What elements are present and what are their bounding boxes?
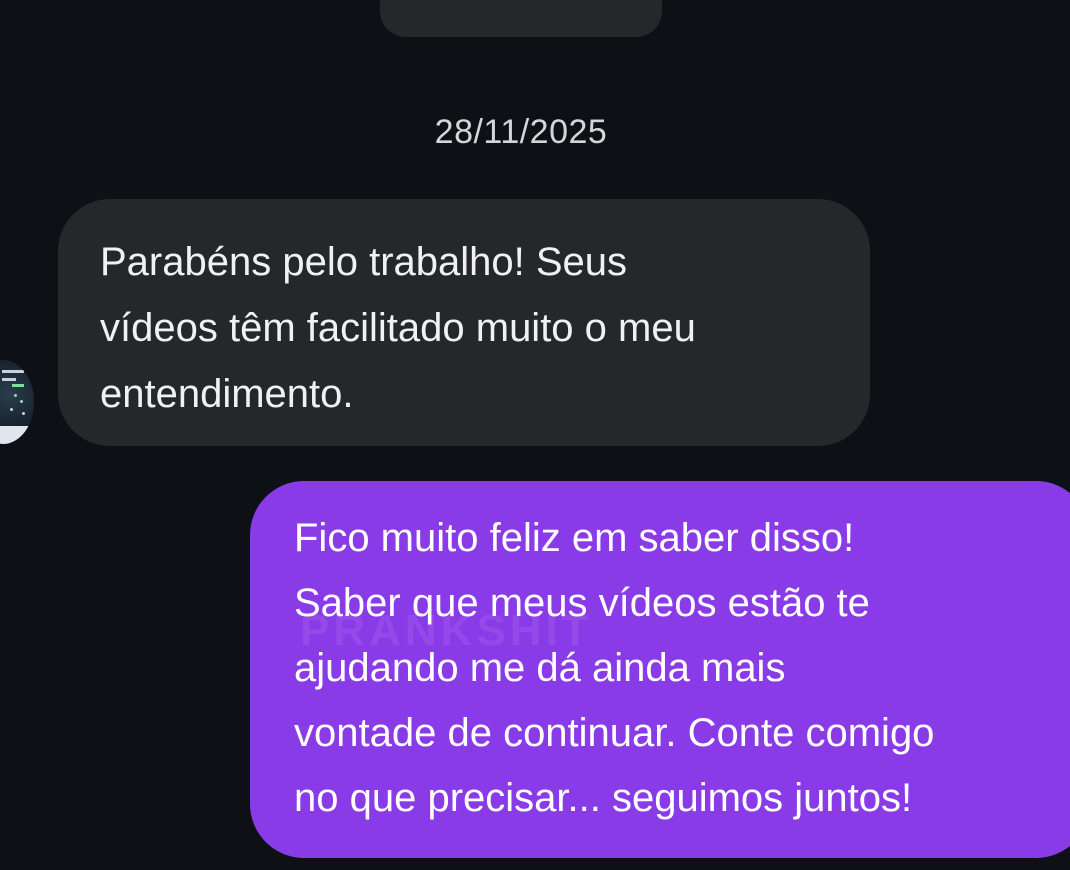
previous-message-bubble[interactable]: · · · · · — [380, 0, 662, 37]
incoming-message-line: entendimento. — [100, 372, 354, 416]
chat-screen: · · · · · 28/11/2025 Parabéns pelo traba… — [0, 0, 1070, 870]
date-separator: 28/11/2025 — [434, 113, 608, 151]
outgoing-message-line: Fico muito feliz em saber disso! — [294, 516, 855, 560]
incoming-message-text: Parabéns pelo trabalho! Seus vídeos têm … — [100, 229, 826, 427]
outgoing-message-line: Saber que meus vídeos estão te — [294, 581, 870, 625]
incoming-message-bubble[interactable]: Parabéns pelo trabalho! Seus vídeos têm … — [58, 199, 870, 446]
outgoing-message-line: vontade de continuar. Conte comigo — [294, 711, 935, 755]
incoming-message-line: Parabéns pelo trabalho! Seus — [100, 240, 628, 284]
previous-message-text: · · · · · — [380, 0, 662, 9]
outgoing-message-text: Fico muito feliz em saber disso! Saber q… — [294, 506, 1050, 831]
outgoing-message-line: ajudando me dá ainda mais — [294, 646, 786, 690]
contact-avatar[interactable] — [0, 360, 34, 444]
outgoing-message-bubble[interactable]: Fico muito feliz em saber disso! Saber q… — [250, 481, 1070, 858]
incoming-message-line: vídeos têm facilitado muito o meu — [100, 306, 696, 350]
outgoing-message-line: no que precisar... seguimos juntos! — [294, 776, 913, 820]
